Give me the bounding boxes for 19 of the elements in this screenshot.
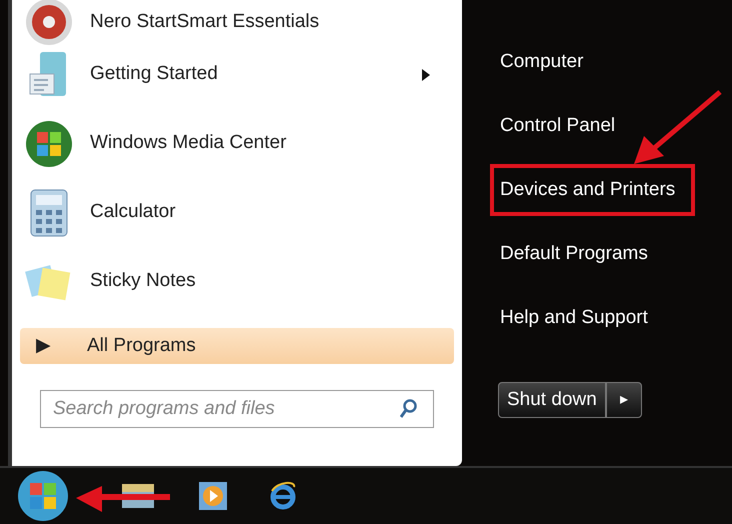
place-item[interactable]: Help and Support — [490, 292, 658, 344]
program-item[interactable]: Windows Media Center — [20, 109, 454, 178]
colorful-orb-icon — [24, 118, 74, 168]
place-item[interactable]: Devices and Printers — [490, 164, 696, 216]
shutdown-options-button[interactable]: ▸ — [606, 382, 642, 418]
place-item[interactable]: Computer — [490, 36, 594, 88]
shutdown-button[interactable]: Shut down — [498, 382, 606, 418]
calculator-icon — [28, 188, 70, 238]
all-programs-item[interactable]: ▶ All Programs — [20, 328, 454, 364]
program-item[interactable]: Sticky Notes — [20, 247, 454, 316]
search-icon — [400, 399, 418, 419]
media-player-icon[interactable] — [198, 481, 228, 511]
browser-icon[interactable] — [268, 481, 298, 511]
place-item[interactable]: Control Panel — [490, 100, 626, 152]
program-item[interactable]: Nero StartSmart Essentials — [20, 4, 454, 40]
place-item[interactable]: Default Programs — [490, 228, 658, 280]
program-item[interactable]: Calculator — [20, 178, 454, 247]
search-field[interactable]: Search programs and files — [40, 390, 434, 428]
program-item[interactable]: Getting Started — [20, 40, 454, 109]
